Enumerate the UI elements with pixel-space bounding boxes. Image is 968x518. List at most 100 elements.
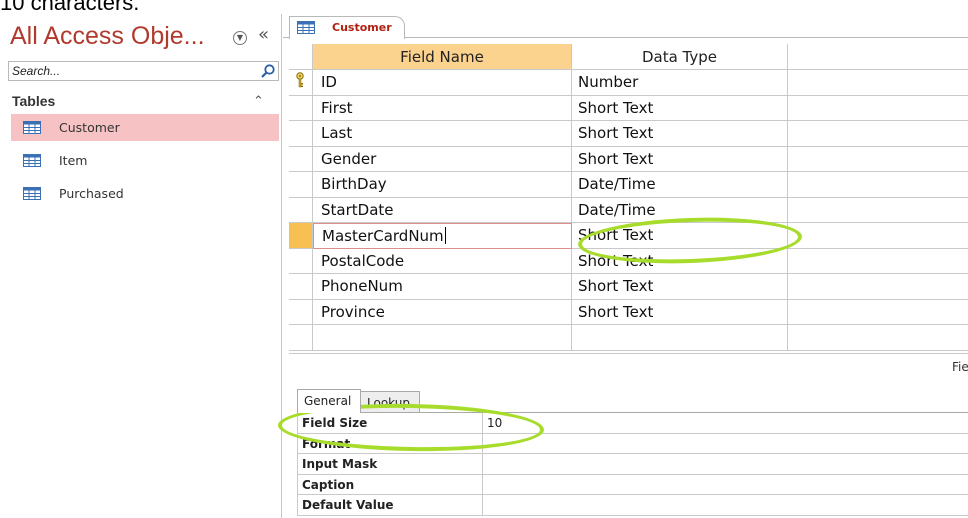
row-selector[interactable] <box>289 121 313 147</box>
row-selector[interactable] <box>289 172 313 198</box>
description-cell[interactable] <box>788 197 968 223</box>
nav-item-label: Purchased <box>59 186 124 201</box>
chevron-up-icon[interactable]: ⌃ <box>253 94 264 109</box>
table-row[interactable]: StartDate Date/Time <box>289 197 968 223</box>
table-icon <box>23 154 41 167</box>
tab-lookup[interactable]: Lookup <box>360 391 420 413</box>
table-row[interactable] <box>289 325 968 351</box>
description-cell[interactable] <box>788 146 968 172</box>
data-type-cell[interactable]: Date/Time <box>572 197 788 223</box>
description-cell[interactable] <box>788 121 968 147</box>
property-label: Format <box>297 433 483 454</box>
search-icon[interactable] <box>260 63 276 79</box>
row-selector[interactable] <box>289 197 313 223</box>
column-header-field-name[interactable]: Field Name <box>313 44 572 70</box>
row-selector[interactable] <box>289 248 313 274</box>
table-row[interactable]: PhoneNum Short Text <box>289 274 968 300</box>
row-selector[interactable] <box>289 299 313 325</box>
data-type-cell[interactable]: Short Text <box>572 121 788 147</box>
data-type-cell[interactable]: Short Text <box>572 274 788 300</box>
field-name-cell[interactable]: MasterCardNum <box>313 223 572 249</box>
data-type-cell[interactable]: Number <box>572 70 788 96</box>
column-header-data-type[interactable]: Data Type <box>572 44 788 70</box>
field-name-cell[interactable]: Gender <box>313 146 572 172</box>
data-type-cell[interactable]: Short Text <box>572 146 788 172</box>
field-name-cell[interactable]: BirthDay <box>313 172 572 198</box>
field-properties-label: Fie <box>952 360 968 374</box>
property-value-input[interactable] <box>483 433 968 454</box>
table-row[interactable]: Last Short Text <box>289 121 968 147</box>
nav-header: All Access Obje... ▼ « <box>0 14 282 60</box>
row-selector[interactable] <box>289 223 313 249</box>
table-row[interactable]: First Short Text <box>289 95 968 121</box>
table-row[interactable]: Province Short Text <box>289 299 968 325</box>
property-label: Field Size <box>297 413 483 434</box>
property-row-format[interactable]: Format <box>297 433 968 454</box>
nav-item-purchased[interactable]: Purchased <box>11 180 279 207</box>
property-row-default-value[interactable]: Default Value <box>297 495 968 516</box>
description-cell[interactable] <box>788 299 968 325</box>
property-row-input-mask[interactable]: Input Mask <box>297 454 968 475</box>
data-type-cell[interactable]: Short Text <box>572 223 788 249</box>
column-header-description[interactable] <box>788 44 968 70</box>
nav-group-tables[interactable]: Tables <box>12 93 55 109</box>
data-type-cell[interactable]: Date/Time <box>572 172 788 198</box>
tab-general[interactable]: General <box>297 389 361 413</box>
description-cell[interactable] <box>788 274 968 300</box>
table-row[interactable]: MasterCardNum Short Text <box>289 223 968 249</box>
table-row[interactable]: BirthDay Date/Time <box>289 172 968 198</box>
data-type-cell[interactable]: Short Text <box>572 248 788 274</box>
field-name-cell[interactable]: PhoneNum <box>313 274 572 300</box>
row-selector[interactable] <box>289 325 313 351</box>
field-name-text: Gender <box>321 149 377 168</box>
field-name-cell[interactable]: Province <box>313 299 572 325</box>
field-name-cell[interactable] <box>313 325 572 351</box>
tab-customer[interactable]: Customer <box>289 16 405 39</box>
search-input[interactable]: Search... <box>12 64 60 78</box>
property-value-input[interactable] <box>483 454 968 475</box>
data-type-cell[interactable]: Short Text <box>572 299 788 325</box>
data-type-cell[interactable] <box>572 325 788 351</box>
property-value-input[interactable]: 10 <box>483 413 968 434</box>
nav-search-box[interactable]: Search... <box>8 61 279 81</box>
data-type-cell[interactable]: Short Text <box>572 95 788 121</box>
table-row[interactable]: Gender Short Text <box>289 146 968 172</box>
field-name-text: Last <box>321 124 353 142</box>
property-value-input[interactable] <box>483 495 968 516</box>
property-row-caption[interactable]: Caption <box>297 474 968 495</box>
field-name-cell[interactable]: PostalCode <box>313 248 572 274</box>
field-name-cell[interactable]: ID <box>313 70 572 96</box>
description-cell[interactable] <box>788 248 968 274</box>
nav-title[interactable]: All Access Obje... <box>10 22 205 51</box>
table-icon <box>297 21 315 34</box>
property-value-input[interactable] <box>483 474 968 495</box>
row-selector[interactable] <box>289 70 313 96</box>
primary-key-icon <box>296 72 304 88</box>
property-label: Caption <box>297 474 483 495</box>
description-cell[interactable] <box>788 95 968 121</box>
field-name-text: BirthDay <box>321 175 387 193</box>
row-selector[interactable] <box>289 274 313 300</box>
row-selector[interactable] <box>289 95 313 121</box>
description-cell[interactable] <box>788 223 968 249</box>
property-label: Default Value <box>297 495 483 516</box>
nav-item-item[interactable]: Item <box>11 147 279 174</box>
field-name-cell[interactable]: First <box>313 95 572 121</box>
field-name-cell[interactable]: Last <box>313 121 572 147</box>
row-selector[interactable] <box>289 146 313 172</box>
table-row[interactable]: PostalCode Short Text <box>289 248 968 274</box>
grid-corner[interactable] <box>289 44 313 70</box>
text-caret <box>444 227 446 244</box>
property-row-field-size[interactable]: Field Size 10 <box>297 413 968 434</box>
table-design-view: Customer Field Name Data Type ID Number Fi… <box>283 14 968 518</box>
nav-item-customer[interactable]: Customer <box>11 114 279 141</box>
field-name-text: First <box>321 98 353 117</box>
description-cell[interactable] <box>788 325 968 351</box>
field-name-cell[interactable]: StartDate <box>313 197 572 223</box>
table-row[interactable]: ID Number <box>289 70 968 96</box>
field-name-text: ID <box>321 73 337 91</box>
chevron-down-icon[interactable]: ▼ <box>233 31 247 45</box>
collapse-pane-icon[interactable]: « <box>258 26 269 44</box>
description-cell[interactable] <box>788 70 968 96</box>
description-cell[interactable] <box>788 172 968 198</box>
